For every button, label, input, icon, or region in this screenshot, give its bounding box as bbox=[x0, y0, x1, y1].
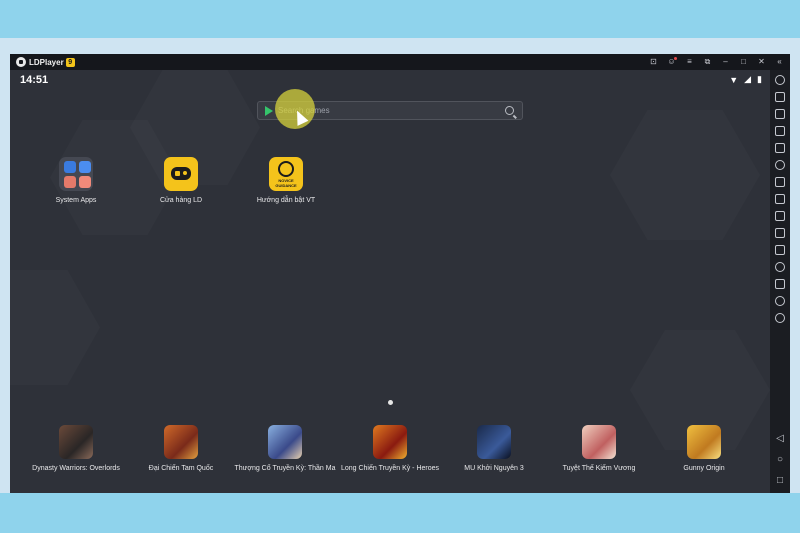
page-indicator bbox=[388, 400, 393, 405]
volume-down-icon[interactable] bbox=[775, 126, 785, 136]
gallery-mini-icon bbox=[64, 176, 76, 188]
dock-app-label: Tuyệt Thế Kiếm Vương bbox=[562, 465, 636, 472]
dock-app-tuyet-the-kiem-vuong[interactable]: Tuyệt Thế Kiếm Vương bbox=[544, 425, 654, 472]
window-controls: ⊡ ☺ ≡ ⧉ – □ ✕ « bbox=[649, 54, 784, 70]
app-ld-store[interactable]: Cửa hàng LD bbox=[136, 157, 226, 204]
browser-mini-icon bbox=[79, 161, 91, 173]
operation-record-icon[interactable] bbox=[775, 245, 785, 255]
background-hexagon bbox=[10, 270, 100, 385]
collapse-sidebar-icon[interactable]: « bbox=[775, 54, 784, 70]
close-icon[interactable]: ✕ bbox=[757, 54, 766, 70]
game-icon bbox=[477, 425, 511, 459]
app-label: System Apps bbox=[55, 197, 97, 204]
wifi-icon: ▼ bbox=[729, 74, 739, 85]
dock-app-dai-chien-tam-quoc[interactable]: Đại Chiến Tam Quốc bbox=[126, 425, 236, 472]
dock-app-gunny-origin[interactable]: Gunny Origin bbox=[649, 425, 759, 472]
shake-icon[interactable] bbox=[775, 262, 785, 272]
keyboard-icon[interactable] bbox=[775, 92, 785, 102]
novice-guidance-icon: NOVICE GUIDANCE bbox=[269, 157, 303, 191]
dock-app-thuong-co-truyen-ky[interactable]: Thượng Cổ Truyền Kỳ: Thần Ma bbox=[230, 425, 340, 472]
sync-icon[interactable] bbox=[775, 313, 785, 323]
guide-icon-text: NOVICE GUIDANCE bbox=[275, 178, 297, 188]
background-hexagon bbox=[610, 110, 760, 240]
dock-app-label: Đại Chiến Tam Quốc bbox=[148, 465, 214, 472]
maximize-icon[interactable]: □ bbox=[739, 54, 748, 70]
dock-app-mu-khoi-nguyen[interactable]: MU Khởi Nguyên 3 bbox=[439, 425, 549, 472]
google-play-icon bbox=[265, 106, 273, 116]
dock-app-label: Thượng Cổ Truyền Kỳ: Thần Ma bbox=[234, 465, 336, 472]
gamepad-icon[interactable]: ⊡ bbox=[649, 54, 658, 70]
ldplayer-logo-icon bbox=[16, 57, 26, 67]
location-icon[interactable] bbox=[775, 296, 785, 306]
rotate-icon[interactable] bbox=[775, 160, 785, 170]
dock-app-label: Long Chiến Truyền Kỳ - Heroes bbox=[340, 465, 440, 472]
dock-app-dynasty-warriors[interactable]: Dynasty Warriors: Overlords bbox=[21, 425, 131, 472]
app-system-apps[interactable]: System Apps bbox=[31, 157, 121, 204]
folder-icon[interactable] bbox=[775, 279, 785, 289]
settings-icon[interactable] bbox=[775, 75, 785, 85]
status-clock: 14:51 bbox=[20, 74, 49, 86]
app-vt-guide[interactable]: NOVICE GUIDANCE Hướng dẫn bật VT bbox=[241, 157, 331, 204]
apk-icon[interactable] bbox=[775, 228, 785, 238]
game-icon bbox=[687, 425, 721, 459]
gamepad-shape bbox=[171, 167, 191, 180]
guide-person-icon bbox=[278, 161, 294, 177]
signal-icon: ◢ bbox=[744, 74, 752, 84]
screenshot-icon[interactable] bbox=[775, 177, 785, 187]
record-icon[interactable] bbox=[775, 194, 785, 204]
status-icons: ▼ ◢ ▮ bbox=[729, 74, 762, 85]
version-badge: 9 bbox=[65, 57, 75, 67]
dock-app-label: Gunny Origin bbox=[683, 465, 725, 472]
app-title: LDPlayer bbox=[29, 57, 64, 67]
home-icon[interactable]: ○ bbox=[774, 455, 786, 465]
settings-mini-icon bbox=[64, 161, 76, 173]
restore-icon[interactable]: ⧉ bbox=[703, 54, 712, 70]
app-label: Hướng dẫn bật VT bbox=[256, 197, 316, 204]
back-icon[interactable]: ◁ bbox=[774, 434, 786, 444]
dock-app-label: MU Khởi Nguyên 3 bbox=[464, 465, 524, 472]
camera-mini-icon bbox=[79, 176, 91, 188]
menu-icon[interactable]: ≡ bbox=[685, 54, 694, 70]
cursor-highlight bbox=[275, 89, 315, 129]
android-status-bar: 14:51 ▼ ◢ ▮ bbox=[10, 70, 770, 90]
app-logo: LDPlayer 9 bbox=[16, 57, 75, 67]
app-label: Cửa hàng LD bbox=[159, 197, 203, 204]
volume-up-icon[interactable] bbox=[775, 109, 785, 119]
gamepad-store-icon bbox=[164, 157, 198, 191]
game-icon bbox=[164, 425, 198, 459]
game-icon bbox=[268, 425, 302, 459]
ldplayer-window: LDPlayer 9 ⊡ ☺ ≡ ⧉ – □ ✕ « 14:51 ▼ ◢ ▮ g… bbox=[10, 54, 790, 493]
search-icon[interactable] bbox=[505, 106, 514, 115]
title-bar[interactable]: LDPlayer 9 ⊡ ☺ ≡ ⧉ – □ ✕ « bbox=[10, 54, 790, 70]
game-icon bbox=[373, 425, 407, 459]
android-screen: 14:51 ▼ ◢ ▮ Search games System Apps bbox=[10, 70, 770, 493]
dock-app-label: Dynasty Warriors: Overlords bbox=[32, 465, 120, 472]
user-icon[interactable]: ☺ bbox=[667, 54, 677, 70]
battery-icon: ▮ bbox=[757, 74, 762, 84]
fullscreen-icon[interactable] bbox=[775, 143, 785, 153]
game-icon bbox=[59, 425, 93, 459]
scissors-icon[interactable] bbox=[775, 211, 785, 221]
system-apps-folder-icon bbox=[59, 157, 93, 191]
minimize-icon[interactable]: – bbox=[721, 54, 730, 70]
right-toolbar: ◁ ○ □ bbox=[770, 70, 790, 493]
recents-icon[interactable]: □ bbox=[774, 476, 786, 486]
dock-app-long-chien-truyen-ky[interactable]: Long Chiến Truyền Kỳ - Heroes bbox=[335, 425, 445, 472]
game-icon bbox=[582, 425, 616, 459]
